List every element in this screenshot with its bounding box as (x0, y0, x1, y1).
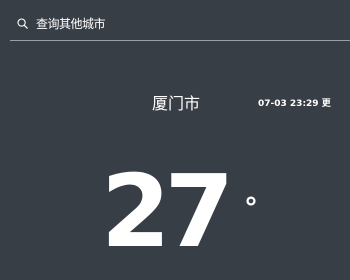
search-bar[interactable] (10, 0, 350, 41)
temperature-value: 27 (101, 153, 234, 270)
search-input[interactable] (36, 13, 336, 35)
temperature-unit: ° (244, 191, 258, 224)
city-name: 厦门市 (152, 94, 201, 113)
update-time: 07-03 23:29 更 (258, 99, 331, 109)
search-icon (17, 18, 28, 29)
